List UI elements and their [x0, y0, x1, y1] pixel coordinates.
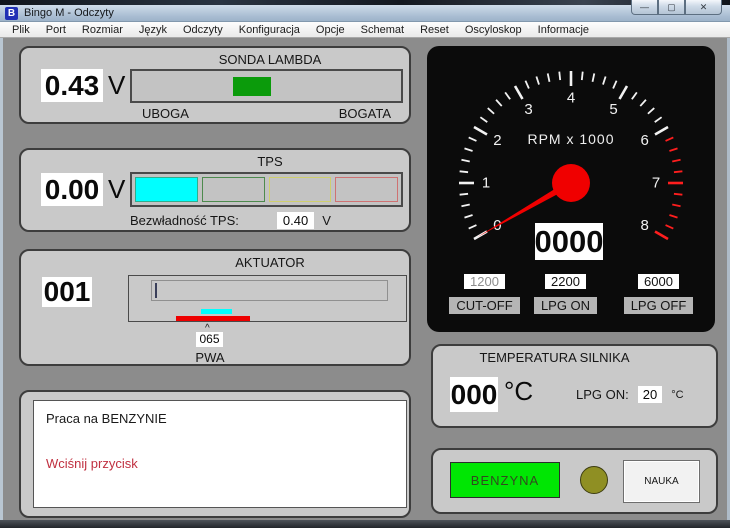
window-title: Bingo M - Odczyty — [24, 7, 114, 19]
tps-segment-4 — [335, 177, 398, 202]
lambda-rich-label: BOGATA — [339, 106, 391, 121]
actuator-red-marker — [176, 316, 250, 321]
lambda-value: 0.43 — [41, 69, 103, 102]
rpm-gauge-label: RPM x 1000 — [427, 131, 715, 147]
actuator-value: 001 — [42, 277, 92, 307]
svg-text:3: 3 — [524, 101, 532, 118]
rpm-gauge-panel: 012345678 RPM x 1000 0000 1200 CUT-OFF 2… — [427, 46, 715, 332]
lpg-on-value: 2200 — [545, 274, 586, 289]
actuator-pointer-value: 065 — [196, 332, 223, 347]
lpg-temp-row: LPG ON: 20 °C — [576, 386, 684, 403]
status-led — [580, 466, 608, 494]
tps-panel: TPS 0.00 V Bezwładność TPS: 0.40 V — [19, 148, 411, 232]
window-bottom-border — [0, 520, 730, 528]
lambda-scale-labels: UBOGA BOGATA — [130, 106, 403, 121]
lambda-bar — [130, 69, 403, 103]
tps-segment-1 — [135, 177, 198, 202]
menu-opcje[interactable]: Opcje — [308, 23, 353, 37]
menu-port[interactable]: Port — [38, 23, 74, 37]
fuel-mode-button[interactable]: BENZYNA — [450, 462, 560, 498]
actuator-track — [128, 275, 407, 322]
maximize-button[interactable]: ▢ — [658, 0, 685, 15]
svg-text:1: 1 — [482, 175, 490, 192]
cutoff-value: 1200 — [464, 274, 505, 289]
fuel-panel: BENZYNA NAUKA — [431, 448, 718, 514]
cutoff-threshold: 1200 CUT-OFF — [437, 273, 532, 315]
cutoff-label: CUT-OFF — [449, 297, 519, 314]
title-bar[interactable]: B Bingo M - Odczyty — [0, 5, 730, 22]
lpg-off-value: 6000 — [638, 274, 679, 289]
temperature-panel: TEMPERATURA SILNIKA 000 °C LPG ON: 20 °C — [431, 344, 718, 428]
actuator-pwa-label: PWA — [179, 350, 241, 365]
actuator-panel: AKTUATOR 001 ^ 065 PWA — [19, 249, 411, 366]
menu-jezyk[interactable]: Język — [131, 23, 175, 37]
menu-oscyloskop[interactable]: Oscyloskop — [457, 23, 530, 37]
tps-inertia-unit: V — [322, 213, 331, 228]
svg-text:7: 7 — [652, 175, 660, 192]
application-window: B Bingo M - Odczyty — ▢ ✕ Plik Port Rozm… — [0, 0, 730, 528]
lambda-panel: SONDA LAMBDA 0.43 V UBOGA BOGATA — [19, 46, 411, 124]
lpg-temp-label: LPG ON: — [576, 387, 629, 402]
client-area: SONDA LAMBDA 0.43 V UBOGA BOGATA TPS 0.0… — [0, 38, 730, 520]
lpg-on-threshold: 2200 LPG ON — [532, 273, 599, 315]
svg-text:4: 4 — [567, 90, 575, 107]
lambda-title: SONDA LAMBDA — [131, 52, 409, 67]
temperature-value: 000 — [450, 377, 498, 412]
temperature-title: TEMPERATURA SILNIKA — [433, 350, 676, 365]
actuator-cursor — [155, 283, 157, 298]
tps-bar — [130, 172, 403, 207]
tps-segment-2 — [202, 177, 265, 202]
tps-inertia-value: 0.40 — [277, 212, 314, 229]
tps-title: TPS — [131, 154, 409, 169]
tps-value: 0.00 — [41, 173, 103, 206]
menu-informacje[interactable]: Informacje — [530, 23, 597, 37]
lpg-temp-unit: °C — [671, 389, 683, 401]
menu-plik[interactable]: Plik — [4, 23, 38, 37]
prompt-message: Wciśnij przycisk — [46, 456, 394, 471]
caption-buttons: — ▢ ✕ — [631, 0, 722, 15]
tps-inertia-label: Bezwładność TPS: — [130, 213, 239, 228]
actuator-cyan-marker — [201, 309, 232, 314]
tps-inertia-row: Bezwładność TPS: 0.40 V — [130, 212, 331, 229]
actuator-slider — [151, 280, 388, 301]
messages-panel: Praca na BENZYNIE Wciśnij przycisk — [19, 390, 411, 518]
learn-button[interactable]: NAUKA — [623, 460, 700, 503]
lpg-temp-value: 20 — [638, 386, 662, 403]
menu-bar: Plik Port Rozmiar Język Odczyty Konfigur… — [0, 22, 730, 38]
svg-text:5: 5 — [609, 101, 617, 118]
messages-box: Praca na BENZYNIE Wciśnij przycisk — [33, 400, 407, 508]
lpg-off-threshold: 6000 LPG OFF — [619, 273, 698, 315]
menu-konfiguracja[interactable]: Konfiguracja — [231, 23, 308, 37]
menu-schemat[interactable]: Schemat — [353, 23, 412, 37]
lambda-unit: V — [108, 70, 125, 101]
menu-reset[interactable]: Reset — [412, 23, 457, 37]
tps-segment-3 — [269, 177, 332, 202]
close-button[interactable]: ✕ — [685, 0, 722, 15]
lpg-on-label: LPG ON — [534, 297, 597, 314]
menu-rozmiar[interactable]: Rozmiar — [74, 23, 131, 37]
rpm-digital-display: 0000 — [535, 223, 603, 260]
tps-unit: V — [108, 174, 125, 205]
actuator-title: AKTUATOR — [131, 255, 409, 270]
temperature-unit: °C — [504, 376, 533, 407]
app-icon: B — [5, 7, 18, 20]
menu-odczyty[interactable]: Odczyty — [175, 23, 231, 37]
lpg-off-label: LPG OFF — [624, 297, 694, 314]
lambda-bar-indicator — [233, 77, 271, 96]
lambda-lean-label: UBOGA — [142, 106, 189, 121]
minimize-button[interactable]: — — [631, 0, 658, 15]
svg-text:8: 8 — [640, 217, 648, 234]
status-message: Praca na BENZYNIE — [46, 411, 394, 426]
